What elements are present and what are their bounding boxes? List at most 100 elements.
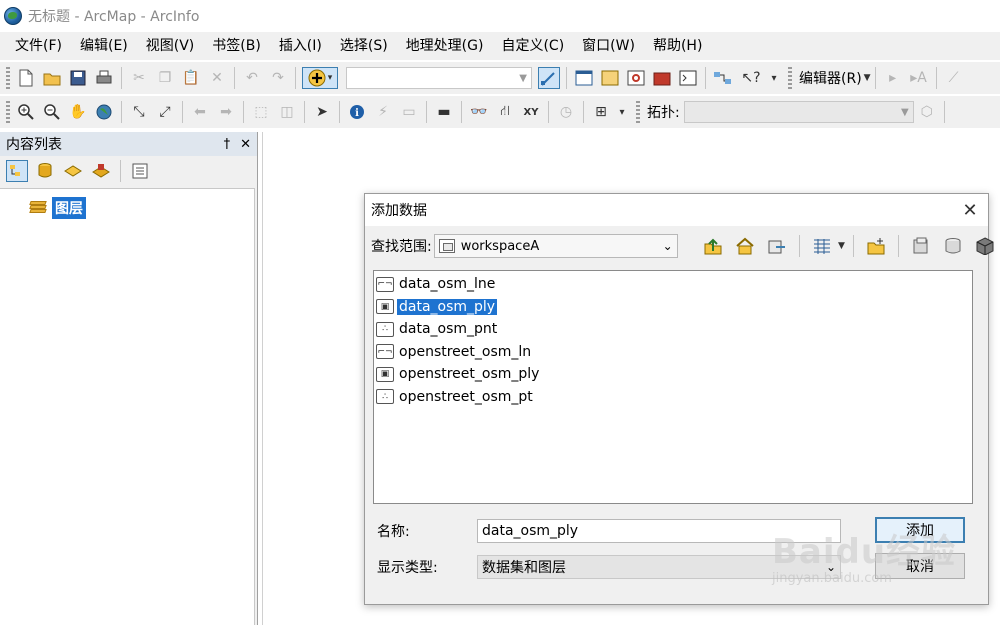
select-elements-icon[interactable]: ➤ [311, 101, 333, 123]
save-icon[interactable] [67, 67, 89, 89]
map-scale-combo[interactable]: ▼ [346, 67, 532, 89]
menu-customize[interactable]: 自定义(C) [492, 32, 573, 60]
menu-view[interactable]: 视图(V) [137, 32, 204, 60]
toolbar-grip[interactable] [6, 101, 10, 123]
close-icon[interactable]: ✕ [958, 200, 982, 221]
editor-toolbar-icon[interactable] [538, 67, 560, 89]
editor-menu[interactable]: 编辑器(R) [799, 68, 862, 88]
close-icon[interactable]: ✕ [240, 137, 251, 152]
pin-icon[interactable]: † [224, 137, 231, 152]
python-window-icon[interactable] [677, 67, 699, 89]
list-by-selection-icon[interactable] [90, 160, 112, 182]
list-item[interactable]: ⌐¬ data_osm_lne [374, 273, 972, 296]
arcgis-server-icon[interactable] [909, 234, 933, 258]
chevron-down-icon[interactable]: ▼ [838, 241, 845, 251]
straight-segment-icon[interactable]: ⟋ [943, 67, 965, 89]
catalog-window-icon[interactable] [599, 67, 621, 89]
database-server-icon[interactable] [941, 234, 965, 258]
identify-icon[interactable]: i [346, 101, 368, 123]
pan-hand-icon[interactable]: ✋ [67, 101, 89, 123]
list-by-visibility-icon[interactable] [62, 160, 84, 182]
tools-toolbar: ✋ ⤡ ⤢ ⬅ ➡ ⬚ ◫ ➤ i ⚡ ▭ ▬ 👓 ⛙ XY ◷ ⊞ ▾ 拓扑:… [0, 96, 1000, 128]
menu-bookmarks[interactable]: 书签(B) [203, 32, 270, 60]
find-route-icon[interactable]: ⛙ [494, 101, 516, 123]
delete-icon[interactable]: ✕ [206, 67, 228, 89]
table-of-contents-panel: 内容列表 † ✕ 图层 [0, 132, 258, 625]
find-binoculars-icon[interactable]: 👓 [468, 101, 490, 123]
menu-edit[interactable]: 编辑(E) [71, 32, 137, 60]
toolbar-grip[interactable] [6, 67, 10, 89]
show-type-combo[interactable]: 数据集和图层 ⌄ [477, 555, 841, 579]
select-features-icon[interactable]: ⬚ [250, 101, 272, 123]
zoom-out-icon[interactable] [41, 101, 63, 123]
toolbar-grip[interactable] [788, 67, 792, 89]
search-window-icon[interactable] [625, 67, 647, 89]
list-item[interactable]: ▣ openstreet_osm_ply [374, 363, 972, 386]
go-to-xy-icon[interactable]: XY [520, 101, 542, 123]
measure-icon[interactable]: ▬ [433, 101, 455, 123]
zoom-in-icon[interactable] [15, 101, 37, 123]
list-item[interactable]: ∴ data_osm_pnt [374, 318, 972, 341]
new-folder-icon[interactable] [864, 234, 888, 258]
chevron-down-icon[interactable]: ▼ [864, 73, 871, 83]
whats-this-icon[interactable]: ↖? [738, 67, 764, 89]
toolbar-options-icon[interactable]: ▾ [616, 101, 628, 123]
create-viewer-window-icon[interactable]: ⊞ [590, 101, 612, 123]
new-document-icon[interactable] [15, 67, 37, 89]
paste-icon[interactable]: 📋 [180, 67, 202, 89]
html-popup-icon[interactable]: ▭ [398, 101, 420, 123]
clear-selection-icon[interactable]: ◫ [276, 101, 298, 123]
dataset-file-list[interactable]: ⌐¬ data_osm_lne ▣ data_osm_ply ∴ data_os… [373, 270, 973, 504]
name-field[interactable] [477, 519, 841, 543]
hyperlink-icon[interactable]: ⚡ [372, 101, 394, 123]
open-folder-icon[interactable] [41, 67, 63, 89]
dialog-title-bar: 添加数据 ✕ [365, 194, 988, 226]
cube-data-icon[interactable] [973, 234, 997, 258]
connect-to-folder-icon[interactable] [765, 234, 789, 258]
full-extent-globe-icon[interactable] [93, 101, 115, 123]
toolbar-grip[interactable] [636, 101, 640, 123]
layers-label[interactable]: 图层 [52, 197, 86, 219]
topology-edit-icon[interactable]: ⬡ [916, 101, 938, 123]
fixed-zoom-in-icon[interactable]: ⤡ [128, 101, 150, 123]
arctoolbox-icon[interactable] [651, 67, 673, 89]
layers-tree-item[interactable]: 图层 [29, 197, 86, 219]
menu-file[interactable]: 文件(F) [6, 32, 71, 60]
table-of-contents-icon[interactable] [573, 67, 595, 89]
copy-icon[interactable]: ❐ [154, 67, 176, 89]
topology-combo[interactable]: ▼ [683, 101, 914, 123]
fixed-zoom-out-icon[interactable]: ⤢ [154, 101, 176, 123]
redo-icon[interactable]: ↷ [267, 67, 289, 89]
home-folder-icon[interactable] [733, 234, 757, 258]
print-icon[interactable] [93, 67, 115, 89]
edit-tool-icon[interactable]: ▸ [882, 67, 904, 89]
show-type-row: 显示类型: 数据集和图层 ⌄ [377, 555, 841, 579]
list-item-selected[interactable]: ▣ data_osm_ply [374, 296, 972, 319]
list-by-source-icon[interactable] [34, 160, 56, 182]
forward-extent-icon[interactable]: ➡ [215, 101, 237, 123]
menu-bar: 文件(F) 编辑(E) 视图(V) 书签(B) 插入(I) 选择(S) 地理处理… [0, 32, 1000, 60]
up-one-level-icon[interactable] [701, 234, 725, 258]
cancel-button[interactable]: 取消 [875, 553, 965, 579]
menu-windows[interactable]: 窗口(W) [573, 32, 644, 60]
menu-insert[interactable]: 插入(I) [270, 32, 331, 60]
view-details-icon[interactable] [810, 234, 834, 258]
edit-annotation-icon[interactable]: ▸A [908, 67, 930, 89]
model-builder-icon[interactable] [712, 67, 734, 89]
toolbar-options-icon[interactable]: ▾ [768, 67, 780, 89]
list-by-drawing-order-icon[interactable] [6, 160, 28, 182]
folder-icon [438, 239, 455, 253]
menu-geoprocessing[interactable]: 地理处理(G) [397, 32, 493, 60]
back-extent-icon[interactable]: ⬅ [189, 101, 211, 123]
list-item[interactable]: ∴ openstreet_osm_pt [374, 386, 972, 409]
look-in-combo[interactable]: workspaceA ⌄ [433, 234, 678, 258]
add-button[interactable]: 添加 [875, 517, 965, 543]
time-slider-icon[interactable]: ◷ [555, 101, 577, 123]
toc-options-icon[interactable] [129, 160, 151, 182]
cut-icon[interactable]: ✂ [128, 67, 150, 89]
undo-icon[interactable]: ↶ [241, 67, 263, 89]
menu-help[interactable]: 帮助(H) [644, 32, 711, 60]
menu-selection[interactable]: 选择(S) [331, 32, 397, 60]
add-data-icon[interactable]: ▾ [302, 67, 338, 89]
list-item[interactable]: ⌐¬ openstreet_osm_ln [374, 341, 972, 364]
